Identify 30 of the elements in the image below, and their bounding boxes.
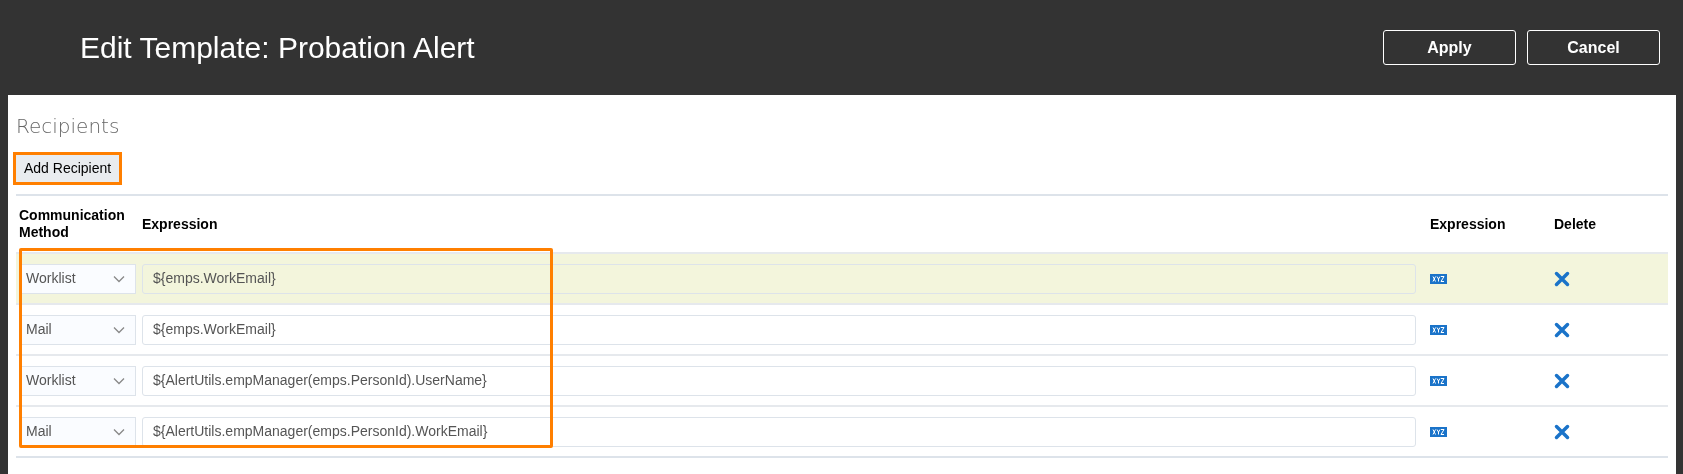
add-recipient-button[interactable]: Add Recipient [16, 155, 120, 182]
expression-field[interactable]: ${AlertUtils.empManager(emps.PersonId).WorkEmail} [142, 416, 1416, 447]
column-header: Communication Method [18, 207, 126, 241]
section-title: Recipients [16, 113, 121, 140]
delete-icon[interactable] [1554, 372, 1570, 389]
delete-icon[interactable] [1554, 423, 1570, 440]
chevron-down-icon [113, 325, 125, 334]
column-header: Expression [1430, 214, 1507, 234]
delete-icon[interactable] [1554, 270, 1570, 287]
method-dropdown[interactable]: Mail [21, 416, 136, 447]
column-header: Expression [141, 214, 219, 234]
expression-field[interactable]: ${emps.WorkEmail} [142, 314, 1416, 345]
expression-builder-icon[interactable] [1430, 426, 1447, 437]
chevron-down-icon [113, 274, 125, 283]
expression-field[interactable]: ${AlertUtils.empManager(emps.PersonId).UserName} [142, 365, 1416, 396]
method-dropdown[interactable]: Mail [21, 314, 136, 345]
page-title: Edit Template: Probation Alert [80, 30, 476, 66]
chevron-down-icon [113, 427, 125, 436]
expression-builder-icon[interactable] [1430, 273, 1447, 284]
expression-field[interactable]: ${emps.WorkEmail} [142, 263, 1416, 294]
method-dropdown[interactable]: Worklist [21, 263, 136, 294]
chevron-down-icon [113, 376, 125, 385]
header-button[interactable]: Cancel [1527, 30, 1660, 65]
expression-builder-icon[interactable] [1430, 324, 1447, 335]
delete-icon[interactable] [1554, 321, 1570, 338]
method-dropdown[interactable]: Worklist [21, 365, 136, 396]
expression-builder-icon[interactable] [1430, 375, 1447, 386]
table-row[interactable]: Worklist ${emps.WorkEmail} [16, 252, 1668, 303]
column-header: Delete [1554, 214, 1597, 234]
header-button[interactable]: Apply [1383, 30, 1516, 65]
